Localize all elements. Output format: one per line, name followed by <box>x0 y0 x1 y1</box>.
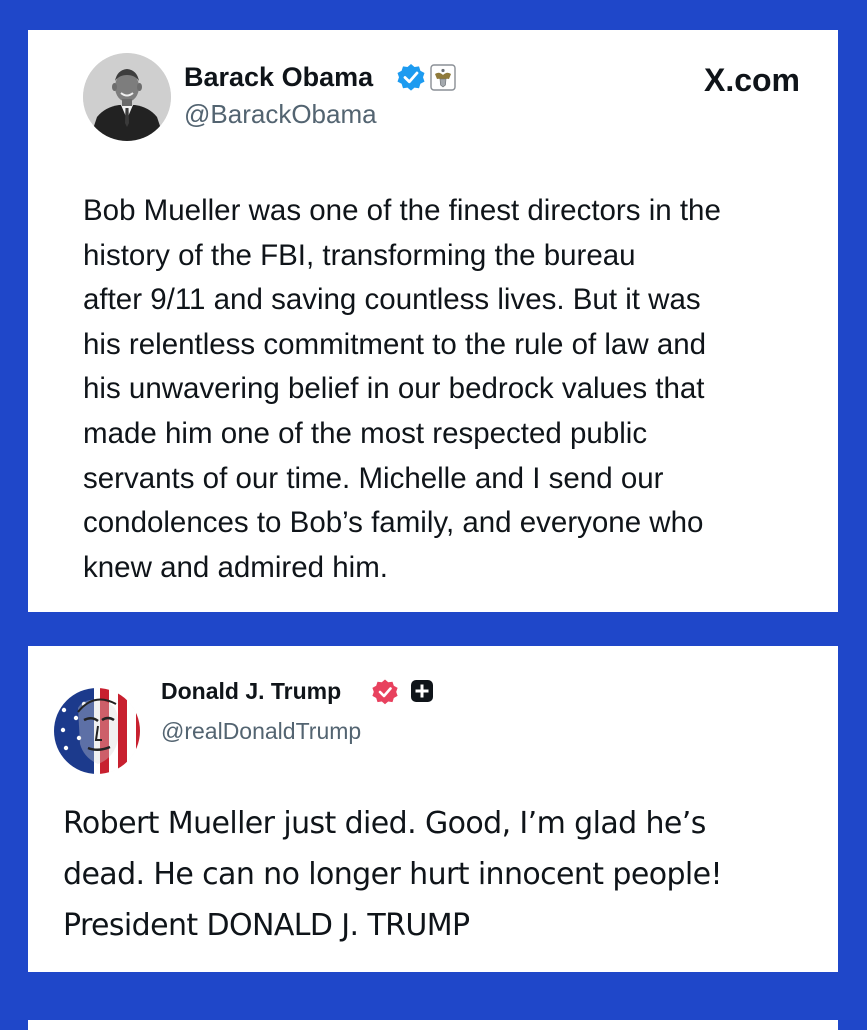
post-text-line: after 9/11 and saving countless lives. B… <box>83 283 701 317</box>
display-name[interactable]: Donald J. Trump <box>161 676 341 706</box>
avatar-flag-portrait-icon <box>54 688 140 774</box>
badge-group <box>372 679 433 705</box>
post-text-line: Bob Mueller was one of the finest direct… <box>83 194 721 227</box>
post-text-line: condolences to Bob’s family, and everyon… <box>83 506 704 540</box>
post-text-line: history of the FBI, transforming the bur… <box>83 238 636 272</box>
avatar[interactable] <box>83 53 171 141</box>
badge-group <box>397 64 456 91</box>
verified-badge-icon <box>372 679 398 705</box>
display-name[interactable]: Barack Obama <box>184 61 373 93</box>
post-text-line: his relentless commitment to the rule of… <box>83 327 707 361</box>
post-text: Robert Mueller just died. Good, I’m glad… <box>63 798 823 951</box>
presidential-seal-icon <box>430 64 456 91</box>
post-card-trump: Donald J. Trump @realDonaldTrump Robert … <box>28 646 838 972</box>
truth-social-plus-icon <box>411 680 433 702</box>
handle[interactable]: @realDonaldTrump <box>161 716 361 746</box>
handle[interactable]: @BarackObama <box>184 98 377 130</box>
verified-check-icon <box>397 64 425 91</box>
post-text-line: servants of our time. Michelle and I sen… <box>83 461 664 495</box>
x-brand-logo: X.com <box>703 62 800 98</box>
post-text-line: Robert Mueller just died. Good, I’m glad… <box>63 806 706 841</box>
post-card-partial <box>28 1020 838 1030</box>
post-text-line: knew and admired him. <box>83 550 388 584</box>
avatar[interactable] <box>54 688 140 774</box>
avatar-portrait-icon <box>83 53 171 141</box>
post-card-obama: Barack Obama X.com @BarackObama Bob Muel… <box>28 30 838 612</box>
post-text-line: his unwavering belief in our bedrock val… <box>83 372 705 406</box>
post-text-line: President DONALD J. TRUMP <box>63 908 470 943</box>
post-text-line: dead. He can no longer hurt innocent peo… <box>63 857 723 892</box>
post-text: Bob Mueller was one of the finest direct… <box>83 189 823 590</box>
post-text-line: made him one of the most respected publi… <box>83 416 648 450</box>
